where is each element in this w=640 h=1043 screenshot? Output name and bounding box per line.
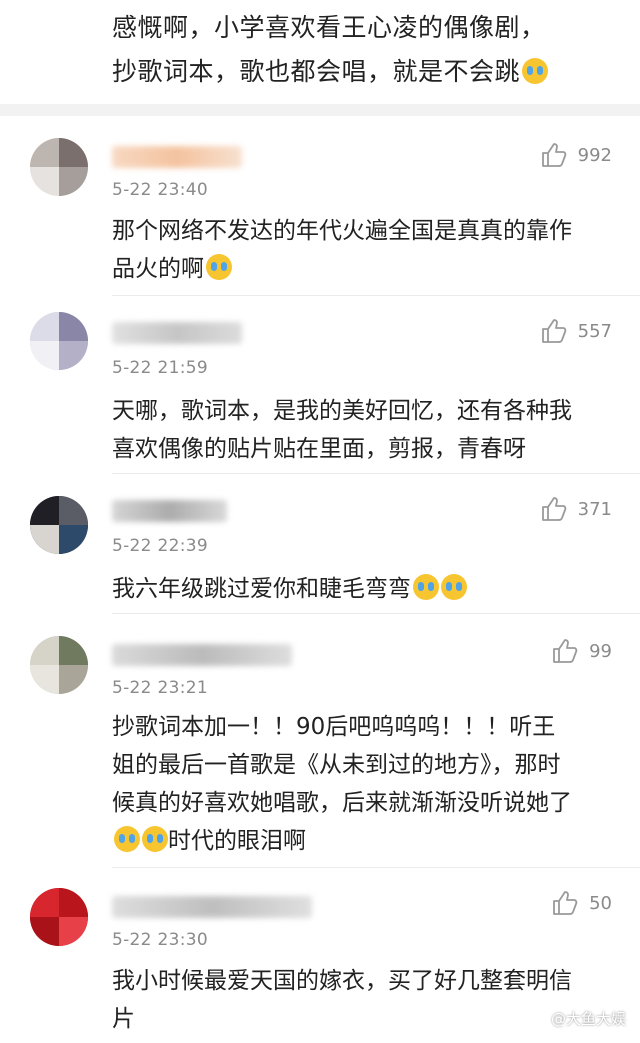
comment-text: 抄歌词本加一！！90后吧呜呜呜！！！听王 姐的最后一首歌是《从未到过的地方》，那… <box>112 708 632 860</box>
comment-item: 5-22 22:39 371 我六年级跳过爱你和睫毛弯弯 <box>0 474 640 614</box>
avatar[interactable] <box>30 138 88 196</box>
thumbs-up-icon <box>553 891 578 915</box>
crying-emoji-icon <box>142 826 168 852</box>
comment-item: 5-22 23:21 99 抄歌词本加一！！90后吧呜呜呜！！！听王 姐的最后一… <box>0 614 640 868</box>
thumbs-up-icon <box>541 319 566 343</box>
thumbs-up-icon <box>541 497 566 521</box>
laughing-tears-emoji-icon <box>206 254 232 280</box>
comment-text-line: 我小时候最爱天国的嫁衣，买了好几整套明信 <box>112 968 572 994</box>
watermark: @大鱼大娱 <box>551 1008 626 1029</box>
laughing-tears-emoji-icon <box>522 58 549 84</box>
comment-time: 5-22 23:40 <box>112 180 208 200</box>
comment-text-line: 候真的好喜欢她唱歌，后来就渐渐没听说她了 <box>112 790 572 816</box>
like-button[interactable]: 557 <box>540 316 612 346</box>
like-count: 50 <box>589 892 612 914</box>
comment-text: 那个网络不发达的年代火遍全国是真真的靠作 品火的啊 <box>112 212 632 288</box>
avatar[interactable] <box>30 496 88 554</box>
comment-text-line: 品火的啊 <box>112 250 632 288</box>
username-blurred[interactable] <box>112 896 312 918</box>
comment-time: 5-22 21:59 <box>112 358 208 378</box>
post-body: 感慨啊，小学喜欢看王心凌的偶像剧， 抄歌词本，歌也都会唱，就是不会跳 <box>0 0 640 104</box>
comment-text-line: 我六年级跳过爱你和睫毛弯弯 <box>112 570 632 608</box>
comment-text: 天哪，歌词本，是我的美好回忆，还有各种我 喜欢偶像的贴片贴在里面，剪报，青春呀 <box>112 392 632 468</box>
comment-text-line: 姐的最后一首歌是《从未到过的地方》，那时 <box>112 752 561 778</box>
comment-item: 5-22 21:59 557 天哪，歌词本，是我的美好回忆，还有各种我 喜欢偶像… <box>0 296 640 474</box>
comment-text-line: 时代的眼泪啊 <box>112 822 632 860</box>
comment-time: 5-22 23:30 <box>112 930 208 950</box>
post-text-line-2: 抄歌词本，歌也都会唱，就是不会跳 <box>112 50 632 94</box>
username-blurred[interactable] <box>112 146 242 168</box>
comment-text: 我六年级跳过爱你和睫毛弯弯 <box>112 570 632 608</box>
comment-text-line: 抄歌词本加一！！90后吧呜呜呜！！！听王 <box>112 714 556 740</box>
crying-emoji-icon <box>441 574 467 600</box>
username-blurred[interactable] <box>112 322 242 344</box>
watermark-text: @大鱼大娱 <box>550 1010 626 1028</box>
comment-text-line: 那个网络不发达的年代火遍全国是真真的靠作 <box>112 218 572 244</box>
crying-emoji-icon <box>413 574 439 600</box>
avatar[interactable] <box>30 888 88 946</box>
thumbs-up-icon <box>553 639 578 663</box>
like-count: 99 <box>589 640 612 662</box>
comment-time: 5-22 22:39 <box>112 536 208 556</box>
comment-item: 5-22 23:40 992 那个网络不发达的年代火遍全国是真真的靠作 品火的啊 <box>0 116 640 296</box>
comment-item: 5-22 23:30 50 我小时候最爱天国的嫁衣，买了好几整套明信 片 <box>0 868 640 1043</box>
avatar[interactable] <box>30 636 88 694</box>
thumbs-up-icon <box>541 143 566 167</box>
comment-text-line: 喜欢偶像的贴片贴在里面，剪报，青春呀 <box>112 436 526 462</box>
crying-emoji-icon <box>114 826 140 852</box>
like-button[interactable]: 50 <box>551 888 612 918</box>
avatar[interactable] <box>30 312 88 370</box>
section-divider <box>0 104 640 116</box>
like-count: 371 <box>577 498 612 520</box>
post-text: 感慨啊，小学喜欢看王心凌的偶像剧， 抄歌词本，歌也都会唱，就是不会跳 <box>112 6 632 94</box>
username-blurred[interactable] <box>112 500 227 522</box>
like-button[interactable]: 992 <box>540 140 612 170</box>
comment-time: 5-22 23:21 <box>112 678 208 698</box>
like-button[interactable]: 99 <box>551 636 612 666</box>
username-blurred[interactable] <box>112 644 292 666</box>
like-count: 992 <box>577 144 612 166</box>
like-button[interactable]: 371 <box>540 494 612 524</box>
like-count: 557 <box>577 320 612 342</box>
comment-text-line: 天哪，歌词本，是我的美好回忆，还有各种我 <box>112 398 572 424</box>
post-text-line-1: 感慨啊，小学喜欢看王心凌的偶像剧， <box>112 13 546 42</box>
